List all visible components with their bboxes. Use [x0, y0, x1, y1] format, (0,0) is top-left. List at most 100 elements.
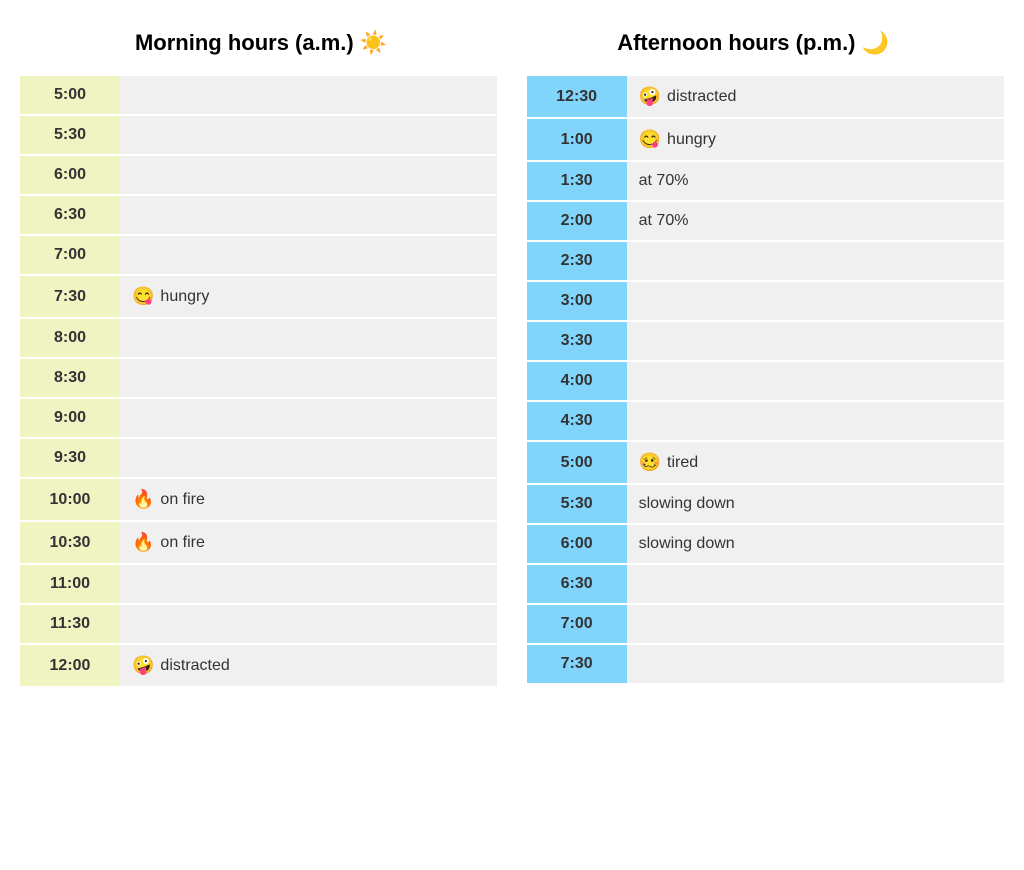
morning-row: 6:00 — [20, 156, 497, 194]
morning-note-cell — [120, 196, 497, 234]
morning-row: 11:30 — [20, 605, 497, 643]
morning-note-cell: 🤪 distracted — [120, 645, 497, 686]
morning-time-cell: 7:30 — [20, 276, 120, 317]
morning-time-cell: 12:00 — [20, 645, 120, 686]
afternoon-header: Afternoon hours (p.m.) 🌙 — [617, 30, 889, 56]
afternoon-note-cell — [627, 402, 1004, 440]
afternoon-time-cell: 2:00 — [527, 202, 627, 240]
afternoon-note-cell — [627, 362, 1004, 400]
main-container: Morning hours (a.m.) ☀️ Afternoon hours … — [20, 20, 1004, 688]
morning-row: 7:30 😋 hungry — [20, 276, 497, 317]
afternoon-row: 5:30 slowing down — [527, 485, 1004, 523]
morning-note-text: hungry — [160, 288, 209, 306]
morning-row: 10:30 🔥 on fire — [20, 522, 497, 563]
afternoon-time-cell: 3:00 — [527, 282, 627, 320]
afternoon-row: 6:00 slowing down — [527, 525, 1004, 563]
afternoon-note-text: slowing down — [639, 495, 735, 513]
morning-row: 7:00 — [20, 236, 497, 274]
spacer — [497, 76, 526, 688]
morning-note-text: on fire — [160, 534, 204, 552]
morning-time-cell: 5:30 — [20, 116, 120, 154]
morning-time-cell: 5:00 — [20, 76, 120, 114]
morning-time-cell: 9:00 — [20, 399, 120, 437]
afternoon-note-text: tired — [667, 454, 698, 472]
afternoon-row: 2:00 at 70% — [527, 202, 1004, 240]
afternoon-time-cell: 1:30 — [527, 162, 627, 200]
afternoon-time-cell: 12:30 — [527, 76, 627, 117]
morning-row: 12:00 🤪 distracted — [20, 645, 497, 686]
afternoon-time-cell: 7:00 — [527, 605, 627, 643]
morning-row: 9:30 — [20, 439, 497, 477]
morning-row: 11:00 — [20, 565, 497, 603]
morning-note-cell: 😋 hungry — [120, 276, 497, 317]
morning-note-cell — [120, 565, 497, 603]
afternoon-row: 4:00 — [527, 362, 1004, 400]
afternoon-emoji: 🤪 — [639, 86, 661, 107]
morning-time-cell: 11:00 — [20, 565, 120, 603]
morning-note-cell — [120, 156, 497, 194]
morning-emoji: 🔥 — [132, 532, 154, 553]
morning-note-text: distracted — [160, 657, 229, 675]
afternoon-table: 12:30🤪distracted1:00😋hungry1:30at 70%2:0… — [527, 76, 1004, 688]
afternoon-time-cell: 6:00 — [527, 525, 627, 563]
afternoon-row: 6:30 — [527, 565, 1004, 603]
afternoon-note-cell: at 70% — [627, 202, 1004, 240]
afternoon-row: 5:00🥴tired — [527, 442, 1004, 483]
morning-emoji: 😋 — [132, 286, 154, 307]
morning-row: 6:30 — [20, 196, 497, 234]
morning-note-cell: 🔥on fire — [120, 479, 497, 520]
morning-note-cell — [120, 76, 497, 114]
morning-emoji: 🤪 — [132, 655, 154, 676]
afternoon-time-cell: 6:30 — [527, 565, 627, 603]
afternoon-row: 7:00 — [527, 605, 1004, 643]
afternoon-note-text: slowing down — [639, 535, 735, 553]
morning-note-cell — [120, 605, 497, 643]
afternoon-row: 2:30 — [527, 242, 1004, 280]
headers: Morning hours (a.m.) ☀️ Afternoon hours … — [20, 20, 1004, 66]
morning-row: 8:30 — [20, 359, 497, 397]
afternoon-note-cell — [627, 242, 1004, 280]
morning-row: 9:00 — [20, 399, 497, 437]
afternoon-note-text: distracted — [667, 88, 736, 106]
afternoon-note-cell — [627, 322, 1004, 360]
morning-note-cell — [120, 236, 497, 274]
afternoon-time-cell: 5:30 — [527, 485, 627, 523]
afternoon-time-cell: 4:00 — [527, 362, 627, 400]
afternoon-row: 1:30 at 70% — [527, 162, 1004, 200]
afternoon-row: 4:30 — [527, 402, 1004, 440]
morning-emoji: 🔥 — [132, 489, 154, 510]
morning-row: 8:00 — [20, 319, 497, 357]
morning-note-cell — [120, 399, 497, 437]
afternoon-row: 12:30 🤪 distracted — [527, 76, 1004, 117]
morning-time-cell: 6:30 — [20, 196, 120, 234]
morning-time-cell: 8:00 — [20, 319, 120, 357]
afternoon-time-cell: 7:30 — [527, 645, 627, 683]
afternoon-time-cell: 4:30 — [527, 402, 627, 440]
morning-note-cell — [120, 359, 497, 397]
afternoon-note-cell: 😋hungry — [627, 119, 1004, 160]
morning-row: 5:30 — [20, 116, 497, 154]
afternoon-note-cell: at 70% — [627, 162, 1004, 200]
afternoon-note-cell — [627, 565, 1004, 603]
afternoon-note-text: at 70% — [639, 212, 689, 230]
morning-time-cell: 10:30 — [20, 522, 120, 563]
morning-time-cell: 8:30 — [20, 359, 120, 397]
morning-note-cell: 🔥 on fire — [120, 522, 497, 563]
morning-row: 10:00🔥on fire — [20, 479, 497, 520]
morning-row: 5:00 — [20, 76, 497, 114]
afternoon-row: 1:00😋hungry — [527, 119, 1004, 160]
afternoon-note-cell — [627, 282, 1004, 320]
afternoon-note-cell: 🥴tired — [627, 442, 1004, 483]
afternoon-note-cell: slowing down — [627, 525, 1004, 563]
morning-time-cell: 6:00 — [20, 156, 120, 194]
afternoon-row: 3:30 — [527, 322, 1004, 360]
afternoon-note-cell: slowing down — [627, 485, 1004, 523]
afternoon-note-cell: 🤪 distracted — [627, 76, 1004, 117]
afternoon-note-cell — [627, 605, 1004, 643]
afternoon-note-cell — [627, 645, 1004, 683]
afternoon-row: 7:30 — [527, 645, 1004, 683]
morning-time-cell: 7:00 — [20, 236, 120, 274]
afternoon-note-text: at 70% — [639, 172, 689, 190]
morning-note-cell — [120, 439, 497, 477]
afternoon-note-text: hungry — [667, 131, 716, 149]
